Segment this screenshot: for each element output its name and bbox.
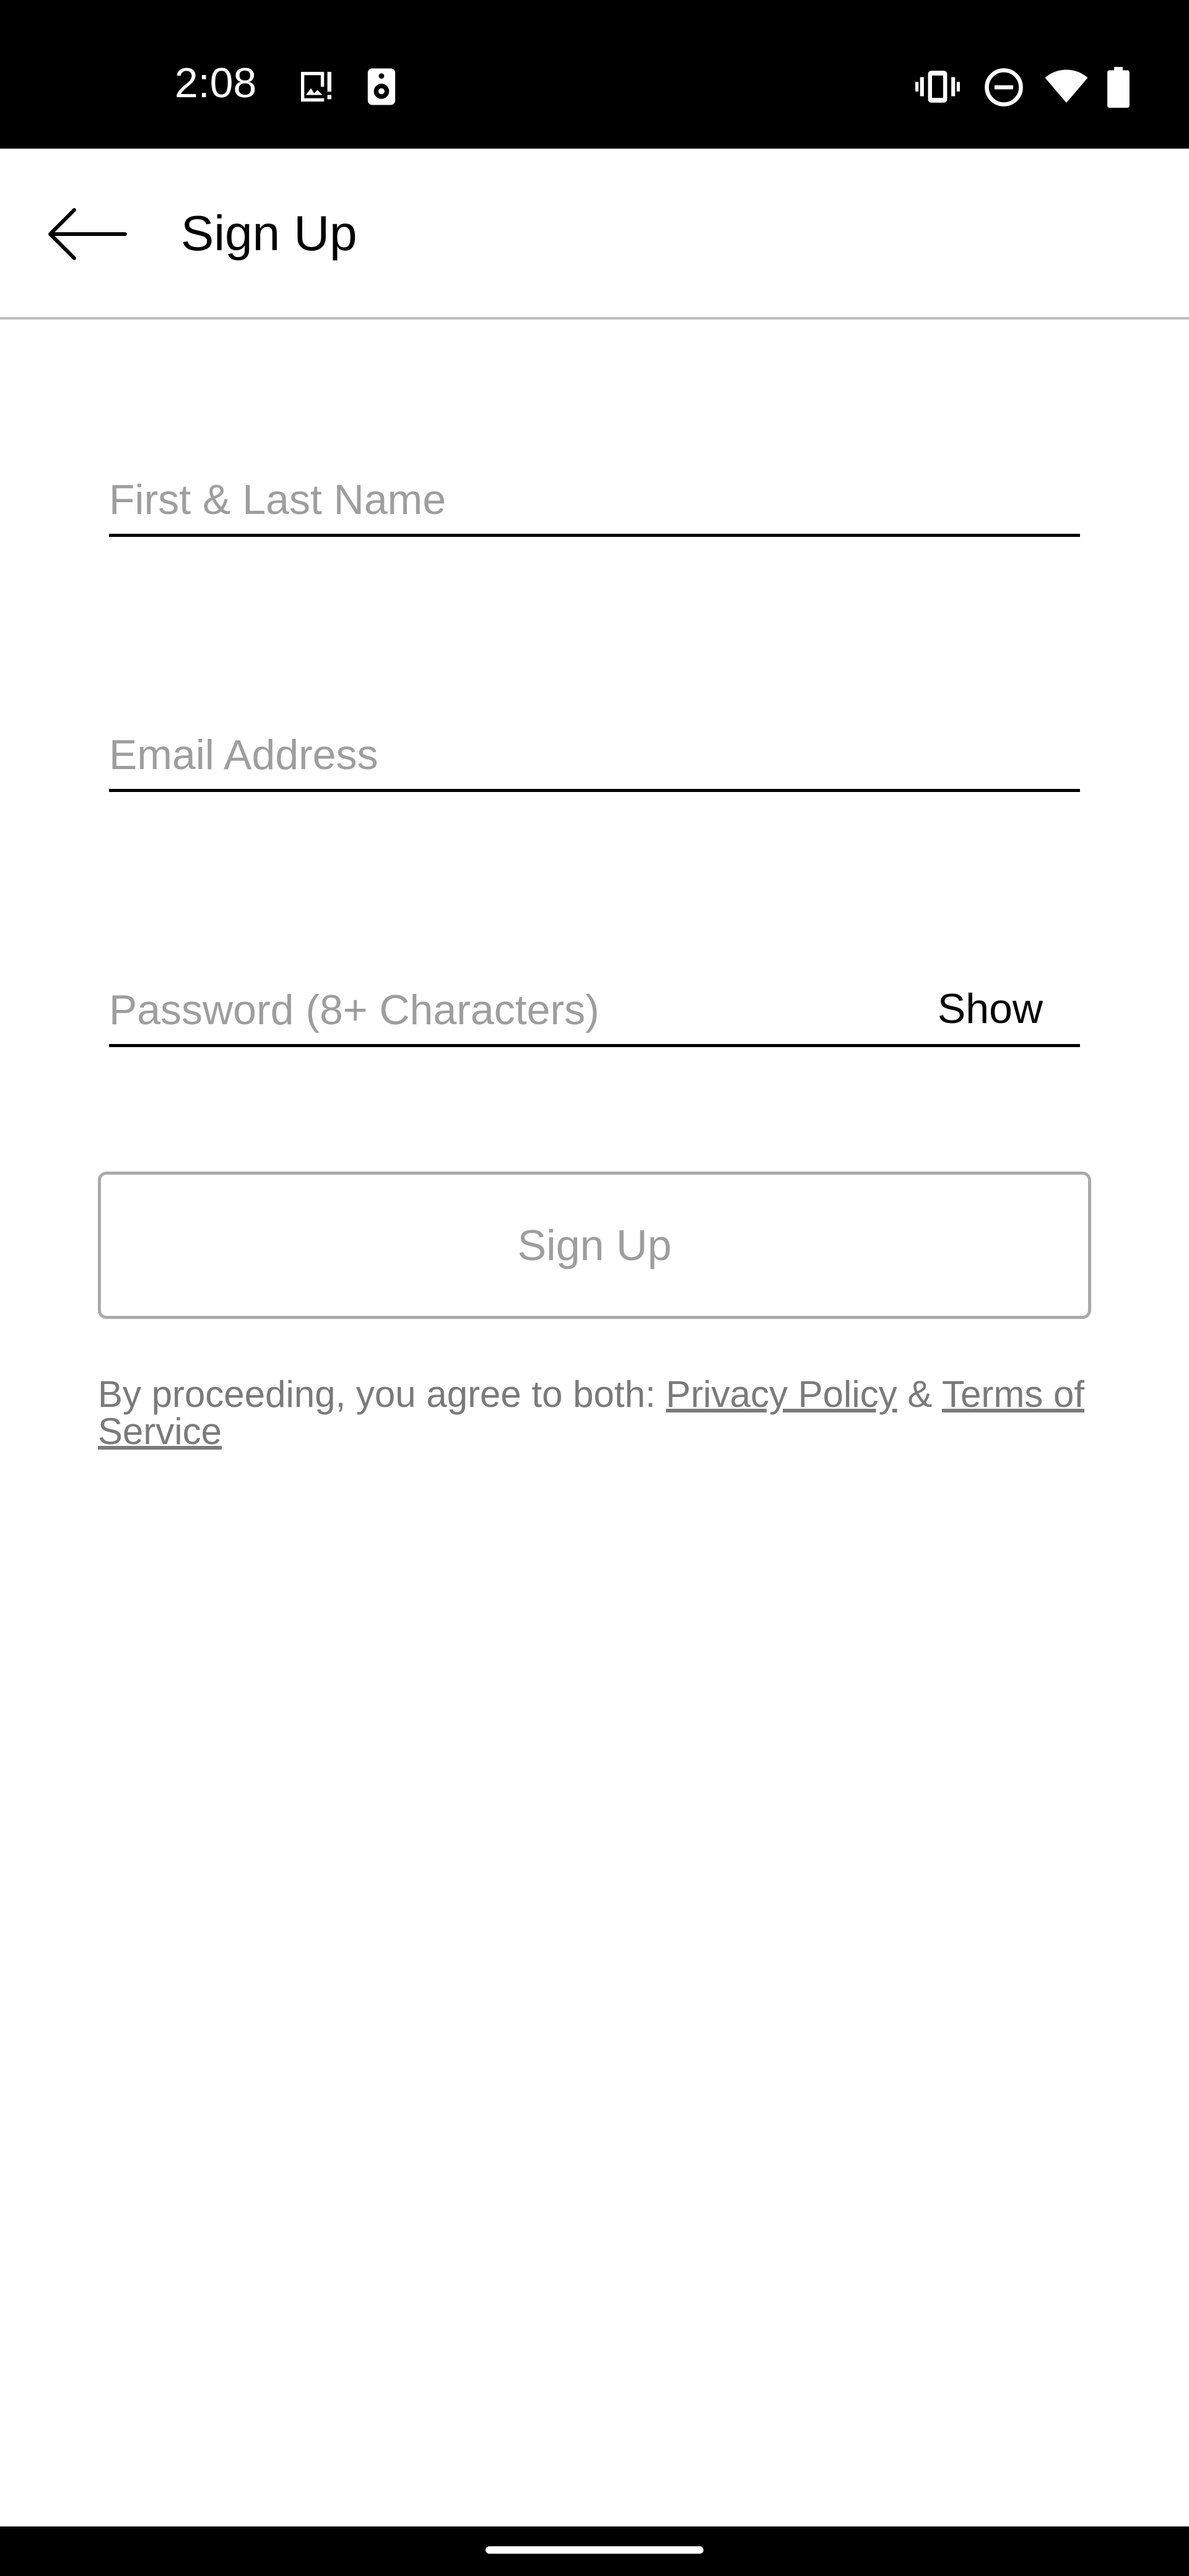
sign-up-button[interactable]: Sign Up (98, 1172, 1091, 1319)
privacy-policy-link[interactable]: Privacy Policy (666, 1373, 897, 1415)
vibrate-icon (915, 67, 960, 110)
legal-text: By proceeding, you agree to both: Privac… (98, 1376, 1091, 1450)
navigation-bar (0, 2526, 1189, 2576)
image-alert-icon (296, 67, 336, 110)
name-field[interactable] (109, 466, 1080, 534)
speaker-icon (363, 67, 400, 110)
password-field[interactable] (109, 976, 914, 1044)
legal-joiner: & (897, 1373, 942, 1415)
email-field-container (109, 721, 1080, 792)
page-title: Sign Up (181, 206, 357, 261)
legal-prefix: By proceeding, you agree to both: (98, 1373, 666, 1415)
name-field-container (109, 466, 1080, 537)
status-time: 2:08 (175, 59, 257, 107)
battery-icon (1106, 67, 1131, 111)
email-field[interactable] (109, 721, 1080, 789)
status-bar: 2:08 (0, 0, 1189, 149)
app-bar: Sign Up (0, 149, 1189, 320)
back-button[interactable] (37, 198, 136, 272)
do-not-disturb-icon (983, 67, 1024, 111)
password-field-container: Show (109, 976, 1080, 1047)
arrow-left-icon (46, 206, 128, 265)
show-password-toggle[interactable]: Show (938, 985, 1043, 1033)
wifi-icon (1044, 67, 1089, 108)
home-indicator[interactable] (486, 2546, 703, 2554)
